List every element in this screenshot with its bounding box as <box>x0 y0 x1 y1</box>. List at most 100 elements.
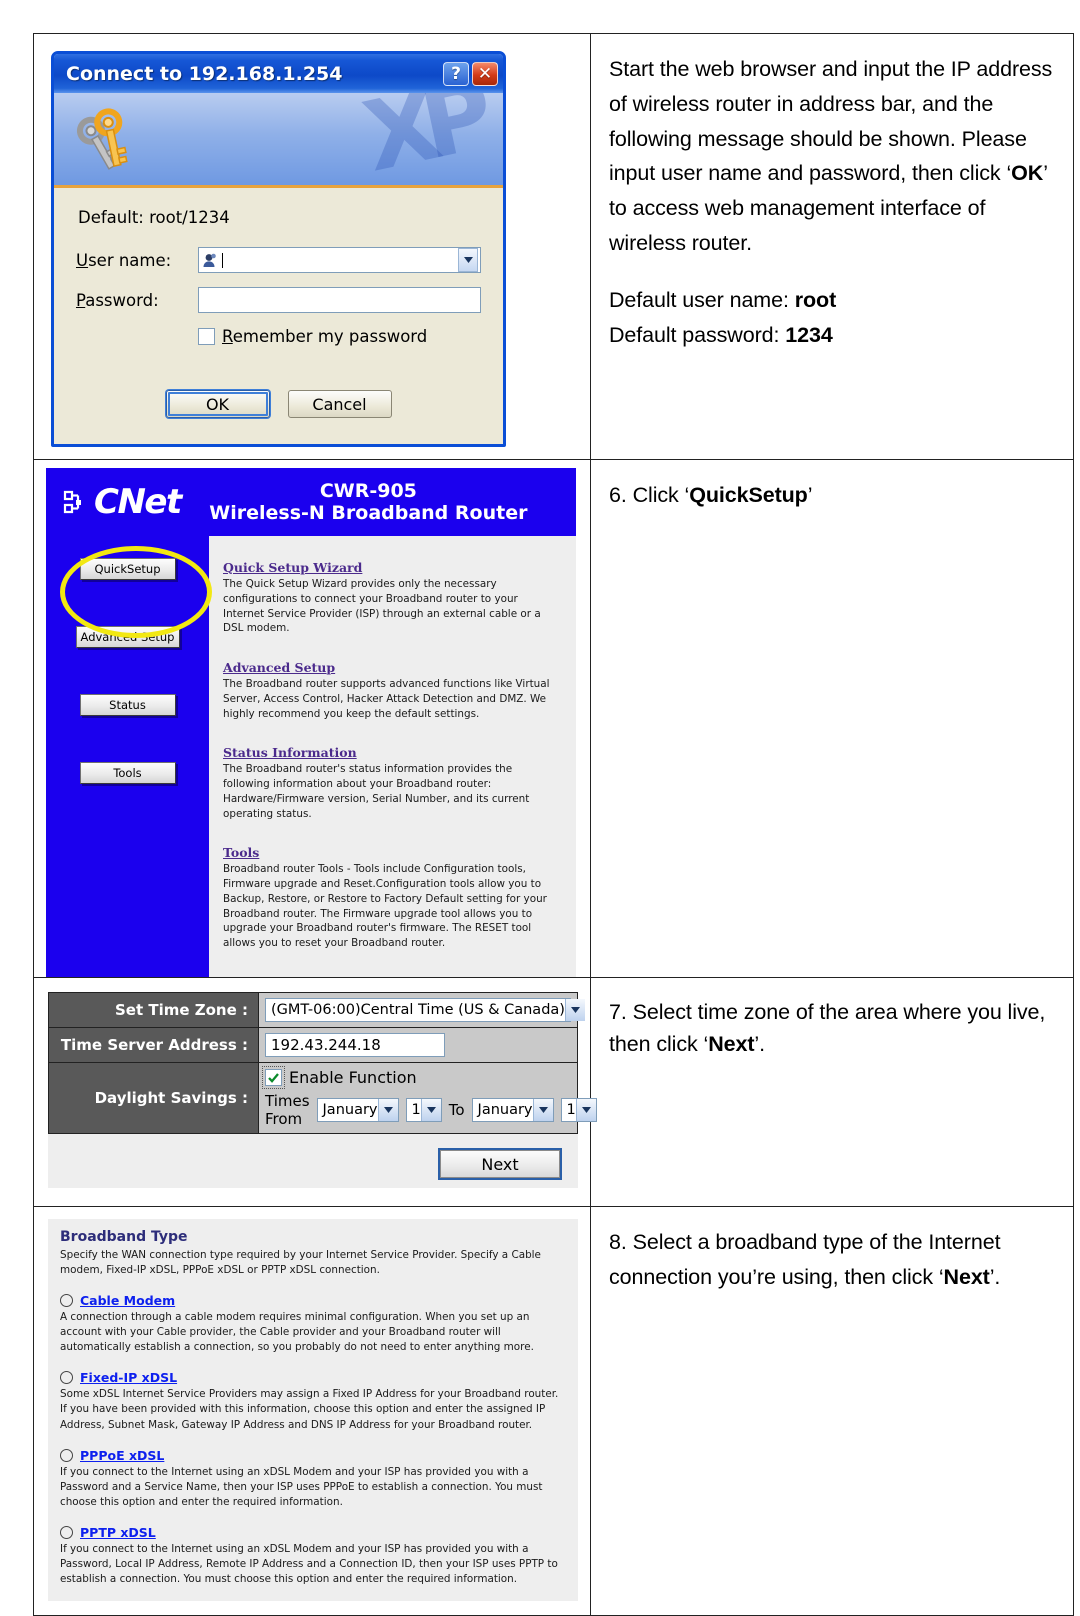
from-day-value: 1 <box>411 1102 421 1119</box>
chevron-down-icon[interactable] <box>458 248 478 272</box>
cell-step5-text: Start the web browser and input the IP a… <box>590 33 1074 460</box>
step5-ok-emphasis: OK <box>1011 161 1044 186</box>
chevron-down-icon[interactable] <box>564 999 585 1022</box>
section-body: Broadband router Tools - Tools include C… <box>223 863 547 950</box>
time-zone-select[interactable]: (GMT-06:00)Central Time (US & Canada) <box>265 998 585 1023</box>
help-icon[interactable]: ? <box>443 61 469 86</box>
banner-watermark: XP <box>354 93 488 188</box>
cnet-logo: CNet <box>62 482 182 522</box>
remember-password-checkbox[interactable] <box>198 328 215 345</box>
section-body: The Quick Setup Wizard provides only the… <box>223 578 541 635</box>
username-input[interactable] <box>198 247 481 273</box>
broadband-option-pppoe-xdsl[interactable]: PPPoE xDSL If you connect to the Interne… <box>60 1448 566 1510</box>
section-body: The Broadband router supports advanced f… <box>223 678 550 720</box>
to-day-select[interactable]: 1 <box>560 1098 597 1123</box>
time-server-input[interactable]: 192.43.244.18 <box>265 1033 445 1058</box>
cell-step8-text: 8. Select a broadband type of the Intern… <box>590 1206 1074 1616</box>
step8-suffix: ’. <box>989 1264 1001 1289</box>
enable-function-row[interactable]: Enable Function <box>262 1066 571 1090</box>
step6-instruction: 6. Click ‘QuickSetup’ <box>609 478 1055 513</box>
option-header[interactable]: Cable Modem <box>60 1293 566 1308</box>
dialog-title: Connect to 192.168.1.254 <box>66 62 343 85</box>
option-label[interactable]: PPTP xDSL <box>80 1525 156 1540</box>
ok-button[interactable]: OK <box>165 390 270 418</box>
sidebar-item-advanced-setup[interactable]: Advanced Setup <box>75 626 180 648</box>
dialog-titlebar: Connect to 192.168.1.254 ? ✕ <box>54 54 503 93</box>
chevron-down-icon[interactable] <box>420 1099 441 1122</box>
broadband-option-cable-modem[interactable]: Cable Modem A connection through a cable… <box>60 1293 566 1355</box>
option-label[interactable]: Fixed-IP xDSL <box>80 1370 177 1385</box>
section-heading-link[interactable]: Tools <box>223 845 562 860</box>
sidebar-item-tools[interactable]: Tools <box>79 762 176 784</box>
broadband-option-pptp-xdsl[interactable]: PPTP xDSL If you connect to the Internet… <box>60 1525 566 1587</box>
cancel-button[interactable]: Cancel <box>287 390 392 418</box>
nav-slot-status: Status <box>46 694 209 762</box>
chevron-down-icon[interactable] <box>532 1099 553 1122</box>
cell-timezone-screenshot: Set Time Zone : (GMT-06:00)Central Time … <box>33 977 597 1208</box>
keys-icon <box>72 103 146 181</box>
step8-prefix: 8. Select a broadband type of the Intern… <box>609 1230 1001 1289</box>
router-header: CNet CWR-905 Wireless-N Broadband Router <box>46 468 576 536</box>
close-icon[interactable]: ✕ <box>472 61 498 86</box>
from-month-select[interactable]: January <box>316 1098 399 1123</box>
user-icon <box>202 253 218 268</box>
option-header[interactable]: Fixed-IP xDSL <box>60 1370 566 1385</box>
nav-slot-tools: Tools <box>46 762 209 830</box>
time-zone-value: (GMT-06:00)Central Time (US & Canada) <box>271 1002 565 1019</box>
cell-step6-text: 6. Click ‘QuickSetup’ <box>590 458 1074 979</box>
set-time-zone-cell: (GMT-06:00)Central Time (US & Canada) <box>258 992 585 1029</box>
option-header[interactable]: PPTP xDSL <box>60 1525 566 1540</box>
timezone-form: Set Time Zone : (GMT-06:00)Central Time … <box>48 992 597 1189</box>
from-day-select[interactable]: 1 <box>405 1098 442 1123</box>
step7-target: Next <box>708 1032 755 1057</box>
section-heading-link[interactable]: Advanced Setup <box>223 660 562 675</box>
username-label-rest: ser name: <box>88 250 172 270</box>
to-month-select[interactable]: January <box>471 1098 554 1123</box>
sidebar-item-status[interactable]: Status <box>79 694 176 716</box>
cell-connect-dialog-screenshot: Connect to 192.168.1.254 ? ✕ XP Default:… <box>33 33 591 460</box>
step8-instruction: 8. Select a broadband type of the Intern… <box>609 1225 1055 1295</box>
radio-icon[interactable] <box>60 1371 73 1385</box>
section-heading-link[interactable]: Quick Setup Wizard <box>223 560 562 575</box>
time-server-label: Time Server Address : <box>48 1027 259 1064</box>
default-credentials-hint: Default: root/1234 <box>78 208 230 227</box>
timeserver-row: Time Server Address : 192.43.244.18 <box>48 1027 578 1064</box>
cnet-logo-mark-icon <box>62 487 92 517</box>
step5-instruction: Start the web browser and input the IP a… <box>609 52 1055 353</box>
daylight-row: Daylight Savings : Enable Function Times… <box>48 1062 597 1135</box>
broadband-option-fixed-ip-xdsl[interactable]: Fixed-IP xDSL Some xDSL Internet Service… <box>60 1370 566 1432</box>
instruction-table: Connect to 192.168.1.254 ? ✕ XP Default:… <box>33 33 1074 1616</box>
enable-function-checkbox[interactable] <box>262 1066 285 1090</box>
username-label: User name: <box>76 251 198 270</box>
sidebar-item-quicksetup[interactable]: QuickSetup <box>79 558 176 580</box>
section-heading-link[interactable]: Status Information <box>223 745 562 760</box>
broadband-type-heading: Broadband Type <box>60 1229 188 1246</box>
option-header[interactable]: PPPoE xDSL <box>60 1448 566 1463</box>
password-label-rest: assword: <box>85 290 159 310</box>
dialog-body: Default: root/1234 User name: Password: … <box>54 188 503 444</box>
chevron-down-icon[interactable] <box>377 1099 398 1122</box>
option-label[interactable]: Cable Modem <box>80 1293 175 1308</box>
step7-instruction: 7. Select time zone of the area where yo… <box>609 996 1055 1061</box>
step6-prefix: 6. Click ‘ <box>609 483 690 507</box>
from-month-value: January <box>322 1102 378 1119</box>
table-row-step5: Connect to 192.168.1.254 ? ✕ XP Default:… <box>33 33 1074 460</box>
next-button[interactable]: Next <box>440 1150 560 1179</box>
router-main: QuickSetup Advanced Setup Status Tools Q… <box>46 536 576 978</box>
remember-password-label: Remember my password <box>222 327 428 346</box>
option-label[interactable]: PPPoE xDSL <box>80 1448 164 1463</box>
radio-icon[interactable] <box>60 1294 73 1308</box>
chevron-down-icon[interactable] <box>575 1099 596 1122</box>
step8-target: Next <box>943 1264 990 1289</box>
router-nav: QuickSetup Advanced Setup Status Tools <box>46 536 212 978</box>
router-content: Quick Setup Wizard The Quick Setup Wizar… <box>209 536 576 978</box>
password-input[interactable] <box>198 287 481 313</box>
default-password-line: Default password: 1234 <box>609 322 833 347</box>
table-row-step8: Broadband Type Specify the WAN connectio… <box>33 1206 1074 1616</box>
option-body: If you connect to the Internet using an … <box>60 1542 558 1586</box>
remember-password-row[interactable]: Remember my password <box>198 327 481 346</box>
radio-icon[interactable] <box>60 1448 73 1462</box>
times-from-label: Times From <box>265 1092 310 1129</box>
step6-target: QuickSetup <box>689 483 808 507</box>
